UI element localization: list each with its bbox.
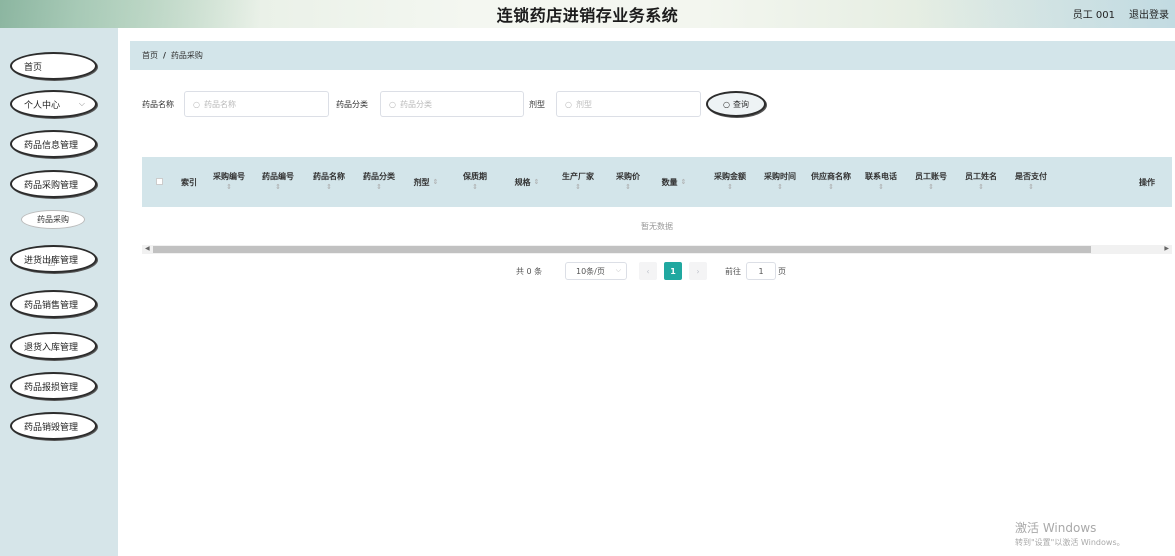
- sort-icon: ⇕: [275, 183, 281, 191]
- sidebar-item-drug-info[interactable]: 药品信息管理: [10, 130, 97, 158]
- next-page-button[interactable]: ›: [689, 262, 707, 280]
- sidebar-item-drug-loss[interactable]: 药品报损管理: [10, 372, 97, 400]
- breadcrumb-current: 药品采购: [170, 51, 203, 60]
- column-header[interactable]: 保质期 ⇕: [458, 157, 492, 207]
- breadcrumb-home[interactable]: 首页: [142, 50, 158, 61]
- sidebar-item-personal-center[interactable]: 个人中心 ⌵: [10, 90, 97, 118]
- page-number-button[interactable]: 1: [664, 262, 682, 280]
- search-bar: 药品名称 ○ 药品名称 药品分类 ○ 药品分类 剂型 ○ 剂型 ○ 查询: [142, 91, 1162, 117]
- sidebar-subitem-drug-purchase[interactable]: 药品采购: [21, 210, 85, 229]
- sort-icon: ⇕: [828, 183, 834, 191]
- sidebar-item-return-in[interactable]: 退货入库管理: [10, 332, 97, 360]
- sidebar-item-drug-purchase[interactable]: 药品采购管理: [10, 170, 97, 198]
- sort-icon: ⇕: [533, 177, 540, 186]
- column-header[interactable]: 生产厂家 ⇕: [557, 157, 599, 207]
- column-header[interactable]: 员工账号 ⇕: [910, 157, 952, 207]
- column-header: 索引: [181, 177, 197, 187]
- chevron-right-icon: ›: [696, 266, 700, 276]
- select-all-checkbox[interactable]: [156, 178, 163, 185]
- sidebar-item-label: 药品报损管理: [24, 382, 79, 393]
- drug-name-label: 药品名称: [142, 100, 174, 109]
- chevron-left-icon: ‹: [646, 266, 650, 276]
- sort-icon: ⇕: [727, 183, 733, 191]
- total-count: 共 0 条: [516, 267, 543, 276]
- horizontal-scrollbar[interactable]: ◀ ▶: [142, 245, 1172, 254]
- column-header[interactable]: 是否支付 ⇕: [1010, 157, 1052, 207]
- dosage-form-label: 剂型: [529, 100, 545, 109]
- drug-category-label: 药品分类: [336, 100, 368, 109]
- column-header[interactable]: 采购价 ⇕: [611, 157, 645, 207]
- logout-link[interactable]: 退出登录: [1129, 6, 1169, 21]
- column-header[interactable]: 供应商名称 ⇕: [810, 157, 852, 207]
- page-unit-label: 页: [778, 267, 786, 276]
- sort-icon: ⇕: [928, 183, 934, 191]
- sort-icon: ⇕: [432, 177, 439, 186]
- app-header: 连锁药店进销存业务系统 员工 001 退出登录: [0, 0, 1175, 28]
- sort-icon: ⇕: [878, 183, 884, 191]
- drug-name-input[interactable]: ○ 药品名称: [184, 91, 329, 117]
- column-header[interactable]: 药品编号 ⇕: [257, 157, 299, 207]
- search-icon: ○: [193, 99, 200, 109]
- breadcrumb-separator: /: [163, 51, 166, 60]
- sidebar-item-drug-sales[interactable]: 药品销售管理: [10, 290, 97, 318]
- sidebar: 首页 个人中心 ⌵ 药品信息管理 药品采购管理 药品采购 进货出库管理 ☝ 药品销…: [0, 28, 118, 556]
- sidebar-item-home[interactable]: 首页: [10, 52, 97, 80]
- column-header[interactable]: 剂型 ⇕: [404, 157, 448, 207]
- sidebar-item-label: 药品信息管理: [24, 140, 79, 151]
- column-header: 操作: [1139, 177, 1155, 187]
- main-content: 首页 / 药品采购 药品名称 ○ 药品名称 药品分类 ○ 药品分类 剂型 ○ 剂型 ○…: [118, 28, 1175, 556]
- search-button[interactable]: ○ 查询: [706, 91, 766, 117]
- sort-icon: ⇕: [326, 183, 332, 191]
- chevron-down-icon: ⌵: [615, 266, 621, 274]
- sort-icon: ⇕: [226, 183, 232, 191]
- scroll-right-arrow-icon[interactable]: ▶: [1164, 245, 1169, 252]
- goto-page-input[interactable]: 1: [746, 262, 776, 280]
- search-icon: ○: [389, 99, 396, 109]
- app-title: 连锁药店进销存业务系统: [496, 6, 679, 25]
- sort-icon: ⇕: [680, 177, 687, 186]
- dosage-form-input[interactable]: ○ 剂型: [556, 91, 701, 117]
- search-icon: ○: [723, 99, 730, 109]
- column-header[interactable]: 药品分类 ⇕: [358, 157, 400, 207]
- chevron-down-icon: ⌵: [78, 99, 85, 108]
- sidebar-item-label: 药品销毁管理: [24, 422, 79, 433]
- prev-page-button[interactable]: ‹: [639, 262, 657, 280]
- column-header[interactable]: 员工姓名 ⇕: [960, 157, 1002, 207]
- sidebar-item-label: 退货入库管理: [24, 342, 79, 353]
- page-size-select[interactable]: 10条/页 ⌵: [565, 262, 627, 280]
- breadcrumb: 首页 / 药品采购: [130, 41, 1175, 70]
- sidebar-item-label: 药品销售管理: [24, 300, 79, 311]
- column-header[interactable]: 药品名称 ⇕: [308, 157, 350, 207]
- scrollbar-thumb[interactable]: [153, 246, 1091, 253]
- current-user: 员工 001: [1072, 10, 1115, 21]
- sort-icon: ⇕: [472, 183, 478, 191]
- sort-icon: ⇕: [777, 183, 783, 191]
- sidebar-item-label: 首页: [24, 62, 43, 73]
- search-icon: ○: [565, 99, 572, 109]
- table-header: 索引 采购编号 ⇕ 药品编号 ⇕ 药品名称 ⇕ 药品分类 ⇕ 剂型 ⇕ 保质期 ⇕ 规格 ⇕ …: [142, 157, 1172, 207]
- column-header[interactable]: 采购金额 ⇕: [709, 157, 751, 207]
- sort-icon: ⇕: [625, 183, 631, 191]
- column-header[interactable]: 规格 ⇕: [508, 157, 546, 207]
- pagination: 共 0 条 10条/页 ⌵ ‹ 1 › 前往 1 页: [118, 261, 1175, 281]
- sidebar-item-label: 个人中心: [24, 100, 61, 111]
- empty-table-message: 暂无数据: [641, 221, 673, 231]
- windows-activation-watermark: 激活 Windows 转到"设置"以激活 Windows。: [1015, 521, 1125, 547]
- column-header[interactable]: 采购时间 ⇕: [759, 157, 801, 207]
- sort-icon: ⇕: [978, 183, 984, 191]
- hand-cursor-icon: ☝: [47, 254, 56, 270]
- column-header[interactable]: 采购编号 ⇕: [208, 157, 250, 207]
- column-header[interactable]: 联系电话 ⇕: [860, 157, 902, 207]
- column-header[interactable]: 数量 ⇕: [652, 157, 696, 207]
- sidebar-item-label: 药品采购管理: [24, 180, 79, 191]
- scroll-left-arrow-icon[interactable]: ◀: [145, 245, 150, 252]
- drug-category-input[interactable]: ○ 药品分类: [380, 91, 524, 117]
- goto-label: 前往: [725, 267, 741, 276]
- sort-icon: ⇕: [1028, 183, 1034, 191]
- sidebar-item-drug-destroy[interactable]: 药品销毁管理: [10, 412, 97, 440]
- sort-icon: ⇕: [575, 183, 581, 191]
- sort-icon: ⇕: [376, 183, 382, 191]
